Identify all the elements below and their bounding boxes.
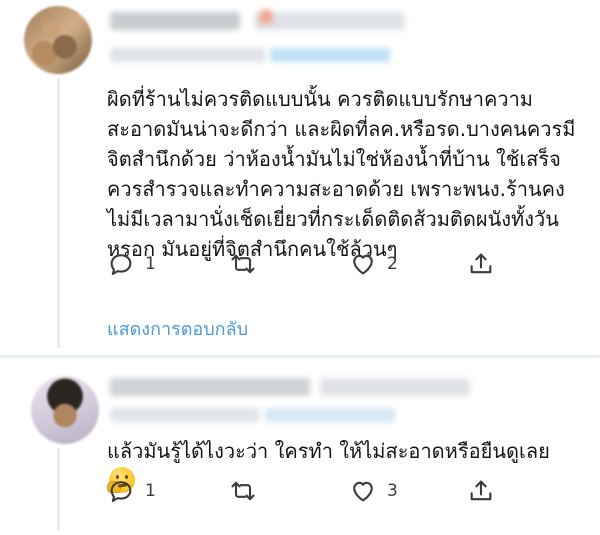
replying-to-handle-blurred[interactable] (270, 48, 390, 62)
reply-count: 1 (145, 254, 156, 274)
share-button[interactable] (467, 477, 495, 505)
share-button[interactable] (467, 250, 495, 278)
avatar[interactable] (24, 6, 92, 74)
retweet-button[interactable] (229, 477, 267, 505)
reply-button[interactable]: 1 (107, 477, 156, 505)
like-count: 2 (387, 254, 398, 274)
replying-to-blurred (110, 48, 265, 62)
tweet-text-body: แล้วมันรู้ได้ไงวะว่า ใครทำ ให้ไม่สะอาดหร… (107, 439, 550, 463)
tweet-text: ผิดที่ร้านไม่ควรติดแบบนั้น ควรติดแบบรักษ… (107, 87, 576, 261)
show-replies-link[interactable]: แสดงการตอบกลับ (107, 314, 248, 343)
reply-count: 1 (145, 481, 156, 501)
like-button[interactable]: 2 (349, 250, 398, 278)
reply-button[interactable]: 1 (107, 250, 156, 278)
reply-icon (110, 254, 132, 275)
avatar[interactable] (31, 376, 99, 444)
username-blurred[interactable] (110, 378, 310, 396)
handle-blurred (320, 378, 470, 396)
heart-icon (353, 481, 373, 502)
like-button[interactable]: 3 (349, 477, 398, 505)
like-count: 3 (387, 481, 398, 501)
retweet-icon (231, 254, 255, 274)
retweet-icon (231, 481, 255, 501)
retweet-button[interactable] (229, 250, 267, 278)
handle-blurred (255, 12, 405, 30)
tweet-actions: 1 3 (107, 477, 507, 507)
reply-icon (110, 481, 132, 502)
replying-to-handle-blurred[interactable] (265, 408, 395, 422)
tweet-actions: 1 2 (107, 250, 507, 280)
thread-line (57, 448, 60, 530)
heart-icon (353, 254, 373, 275)
share-icon (470, 253, 492, 274)
tweet-1[interactable]: ผิดที่ร้านไม่ควรติดแบบนั้น ควรติดแบบรักษ… (0, 0, 600, 355)
share-icon (470, 480, 492, 501)
username-blurred[interactable] (110, 12, 240, 30)
thread-line (57, 78, 60, 348)
replying-to-blurred (110, 408, 260, 422)
badge-blurred (260, 10, 272, 24)
